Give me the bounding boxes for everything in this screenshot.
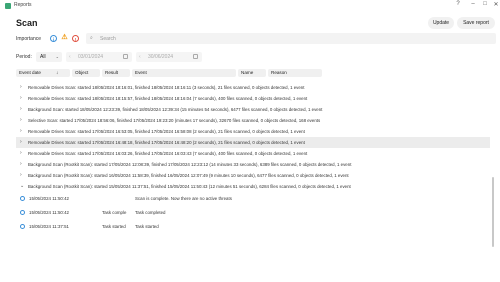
chevron-right-icon[interactable]: › [20, 148, 22, 159]
table-header: Event date ↓ Object Result Event Name Rea… [16, 68, 494, 78]
page-title: Scan [16, 18, 38, 28]
info-status-icon [20, 196, 25, 201]
search-icon: ⌕ [90, 35, 93, 41]
info-importance-icon[interactable]: i [50, 35, 57, 42]
search-input[interactable]: ⌕ Search [86, 33, 496, 44]
close-icon[interactable]: ✕ [492, 1, 500, 8]
window-title: Reports [14, 2, 32, 8]
chevron-down-icon[interactable]: ⌄ [20, 181, 24, 192]
scan-row[interactable]: › Background Scan (Rootkit Scan): started… [16, 170, 490, 181]
importance-label: Importance [16, 36, 42, 42]
period-select[interactable]: All ⌄ [36, 52, 62, 62]
scrollbar-thumb[interactable] [492, 177, 494, 247]
date-from-field[interactable]: ‹ 03/01/2024 [66, 52, 132, 62]
chevron-right-icon[interactable]: › [20, 115, 22, 126]
event-row[interactable]: 15/05/2024 11:50:42 Scan is complete. No… [16, 193, 490, 204]
chevron-down-icon: ⌄ [55, 54, 59, 59]
column-name[interactable]: Name [238, 69, 266, 77]
warning-importance-icon[interactable]: ⚠ [61, 34, 68, 42]
column-result[interactable]: Result [102, 69, 130, 77]
date-to-value: 30/06/2024 [148, 54, 174, 60]
calendar-icon[interactable] [123, 54, 128, 59]
chevron-right-icon[interactable]: › [20, 82, 22, 93]
scan-row[interactable]: › Removable Drives Scan: started 18/05/20… [16, 93, 490, 104]
maximize-icon[interactable]: □ [481, 1, 489, 7]
title-bar: Reports ? – □ ✕ [0, 0, 500, 12]
scan-row[interactable]: › Removable Drives Scan: started 18/05/20… [16, 82, 490, 93]
scan-row[interactable]: › Removable Drives Scan: started 17/05/20… [16, 148, 490, 159]
chevron-right-icon[interactable]: › [20, 137, 22, 148]
calendar-icon[interactable] [193, 54, 198, 59]
filter-toolbar: Importance i ⚠ ! ⌕ Search [16, 33, 496, 45]
scan-row-expanded[interactable]: ⌄ Background Scan (Rootkit Scan): started… [16, 181, 490, 192]
update-button[interactable]: Update [428, 17, 454, 29]
column-event-date[interactable]: Event date ↓ [16, 69, 70, 77]
scan-row[interactable]: › Selective Scan: started 17/05/2024 18:5… [16, 115, 490, 126]
date-from-value: 03/01/2024 [78, 54, 104, 60]
column-reason[interactable]: Reason [268, 69, 322, 77]
vertical-scrollbar[interactable] [492, 82, 495, 278]
scan-row[interactable]: › Removable Drives Scan: started 17/05/20… [16, 126, 490, 137]
app-logo-icon [5, 3, 11, 9]
period-label: Period: [16, 54, 32, 60]
event-row[interactable]: 15/05/2024 11:37:51 Task started Task st… [16, 221, 490, 232]
column-event[interactable]: Event [132, 69, 236, 77]
chevron-left-icon: ‹ [69, 54, 71, 60]
column-object[interactable]: Object [72, 69, 100, 77]
chevron-left-icon: ‹ [139, 54, 141, 60]
info-status-icon [20, 224, 25, 229]
chevron-right-icon[interactable]: › [20, 93, 22, 104]
scan-row[interactable]: › Removable Drives Scan: started 17/05/20… [16, 137, 490, 148]
scan-row[interactable]: › Background Scan: started 18/05/2024 12:… [16, 104, 490, 115]
sort-desc-icon: ↓ [56, 70, 59, 75]
critical-importance-icon[interactable]: ! [72, 35, 79, 42]
chevron-right-icon[interactable]: › [20, 126, 22, 137]
scan-row[interactable]: › Background Scan (Rootkit Scan): started… [16, 159, 490, 170]
save-report-button[interactable]: Save report [457, 17, 495, 29]
date-to-field[interactable]: ‹ 30/06/2024 [136, 52, 202, 62]
help-icon[interactable]: ? [454, 1, 462, 7]
chevron-right-icon[interactable]: › [20, 170, 22, 181]
chevron-right-icon[interactable]: › [20, 159, 22, 170]
chevron-right-icon[interactable]: › [20, 104, 22, 115]
period-value: All [40, 54, 46, 60]
minimize-icon[interactable]: – [469, 1, 477, 7]
event-row[interactable]: 15/05/2024 11:50:42 Task comple Task com… [16, 207, 490, 218]
search-placeholder: Search [100, 35, 116, 42]
info-status-icon [20, 210, 25, 215]
